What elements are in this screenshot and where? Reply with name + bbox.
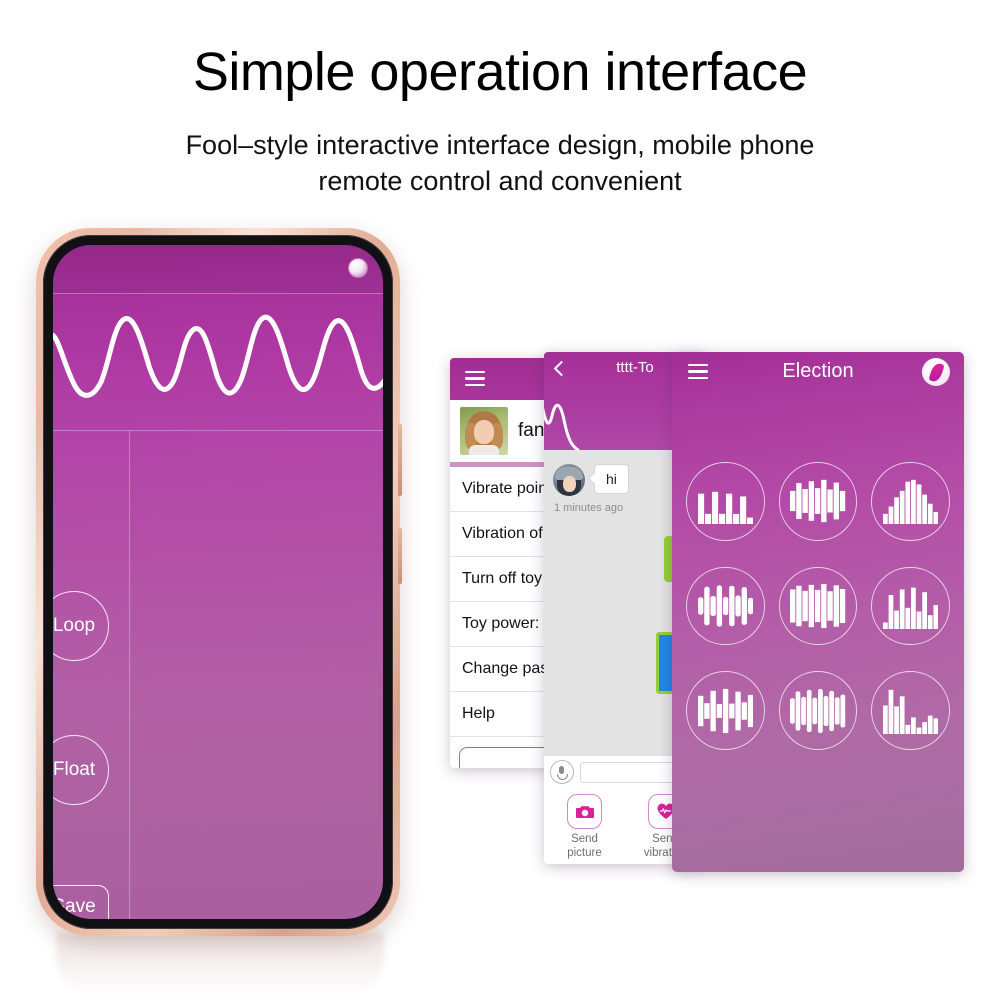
pattern-button[interactable] — [686, 671, 765, 751]
pattern-2 — [790, 480, 846, 523]
pattern-3 — [883, 480, 939, 525]
phone-mockup: Loop Float Save — [36, 228, 402, 936]
phone-reflection — [56, 932, 384, 998]
app-logo-icon[interactable] — [922, 358, 950, 386]
pattern-5 — [790, 583, 846, 629]
pattern-button[interactable] — [686, 462, 765, 541]
pattern-button[interactable] — [686, 566, 765, 646]
avatar — [553, 464, 585, 496]
power-button[interactable] — [398, 424, 402, 496]
phone-screen: Loop Float Save — [53, 245, 383, 919]
save-button[interactable]: Save — [53, 885, 109, 919]
loop-button[interactable]: Loop — [53, 591, 109, 661]
pattern-button[interactable] — [778, 462, 858, 541]
status-bar — [53, 245, 383, 293]
pattern-grid — [686, 462, 951, 751]
avatar — [460, 407, 508, 455]
pattern-7 — [697, 688, 753, 733]
patterns-screenshot: Election — [672, 352, 964, 872]
float-button[interactable]: Float — [53, 735, 109, 805]
message-bubble: hi — [594, 464, 629, 494]
hamburger-icon[interactable] — [465, 371, 485, 387]
pattern-button[interactable] — [871, 462, 951, 541]
page-title: Simple operation interface — [192, 42, 808, 102]
pattern-button[interactable] — [871, 566, 951, 646]
save-button-label: Save — [53, 896, 96, 917]
pattern-1 — [697, 492, 753, 525]
divider-vertical — [129, 430, 130, 919]
promo-banner: Simple operation interface Fool–style in… — [0, 0, 1000, 1000]
profile-name: fan — [518, 420, 545, 441]
microphone-icon[interactable] — [550, 760, 574, 784]
subtitle-line-2: remote control and convenient — [318, 165, 682, 196]
float-button-label: Float — [53, 759, 96, 780]
subtitle-line-1: Fool–style interactive interface design,… — [185, 130, 815, 160]
pattern-9 — [883, 689, 939, 734]
patterns-header: Election — [672, 352, 964, 390]
pattern-4 — [697, 585, 753, 627]
page-subtitle: Fool–style interactive interface design,… — [0, 128, 1000, 200]
pattern-button[interactable] — [778, 671, 858, 751]
patterns-title: Election — [782, 360, 854, 382]
camera-icon — [567, 794, 602, 829]
loop-button-label: Loop — [53, 615, 96, 636]
pattern-8 — [790, 688, 846, 733]
volume-button[interactable] — [398, 528, 402, 584]
send-picture-button[interactable]: Send picture — [544, 788, 625, 864]
pattern-button[interactable] — [871, 671, 951, 751]
divider-middle — [53, 430, 383, 431]
send-picture-label: Send picture — [567, 833, 602, 860]
waveform-display — [53, 294, 383, 430]
front-camera-icon — [349, 259, 367, 277]
pattern-6 — [883, 587, 939, 629]
pattern-button[interactable] — [778, 566, 858, 646]
